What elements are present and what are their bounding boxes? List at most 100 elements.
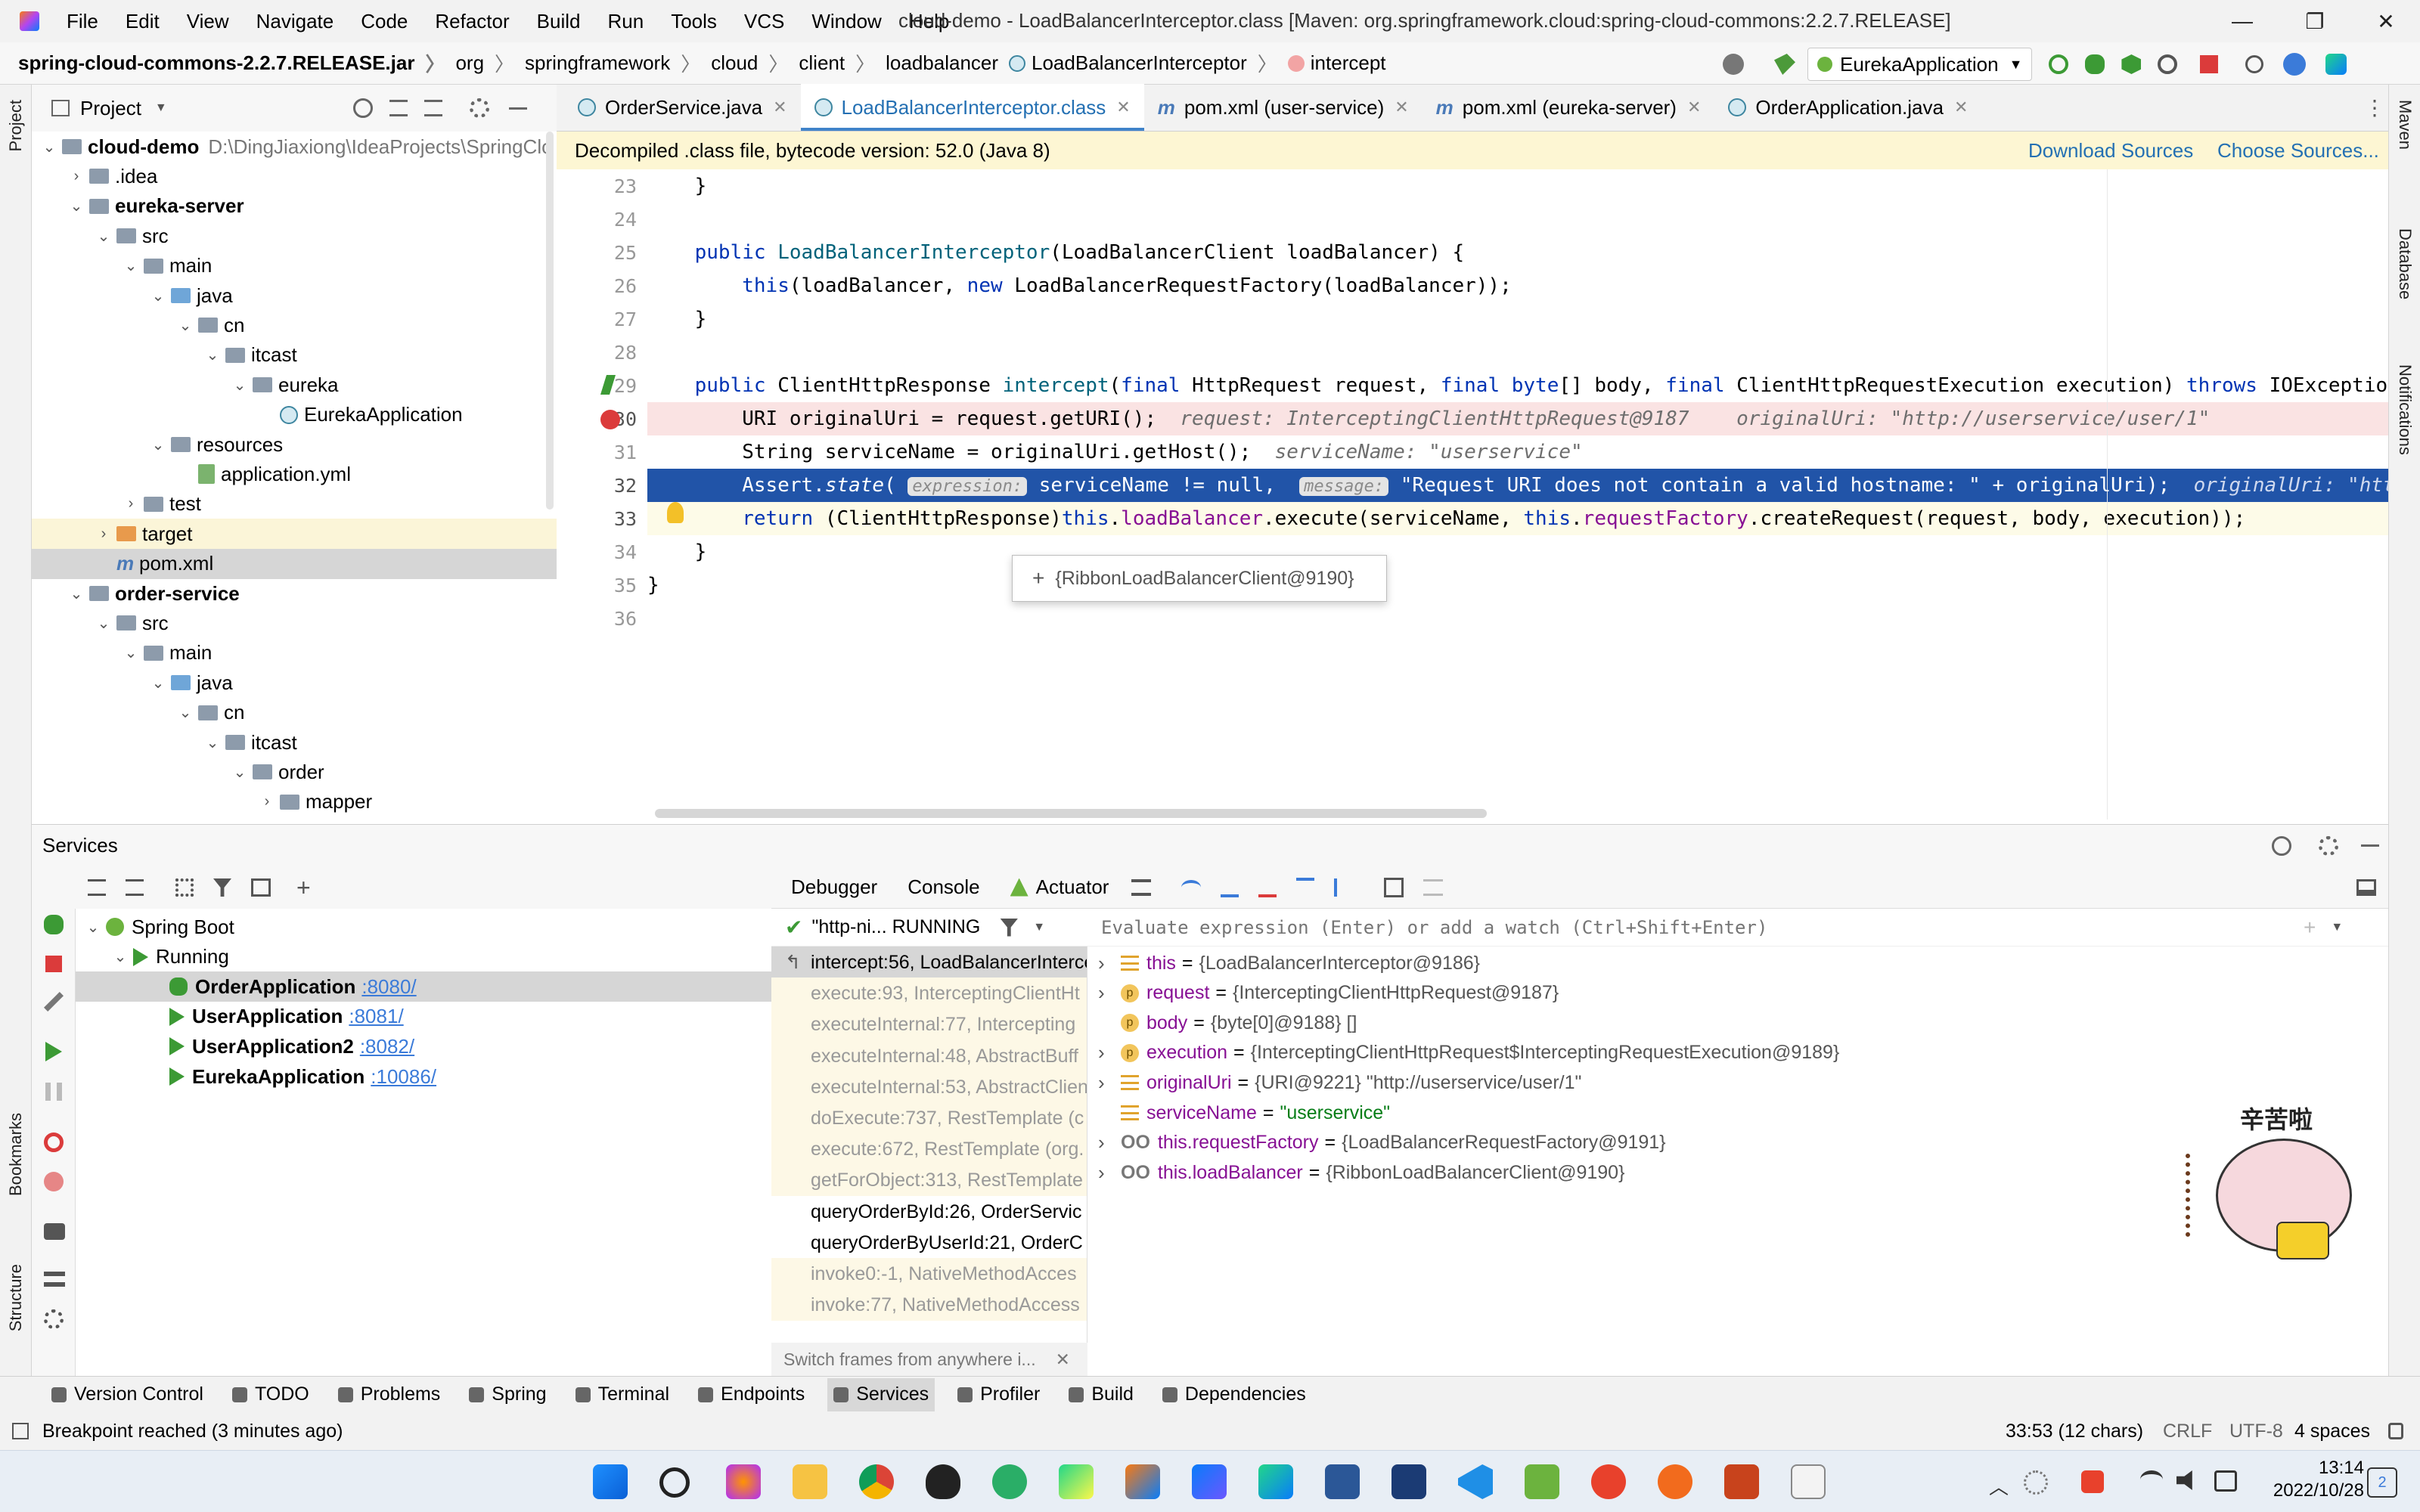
stack-frame[interactable]: doExecute:737, RestTemplate (c (771, 1102, 1087, 1134)
tool-window-spring[interactable]: Spring (463, 1378, 552, 1411)
stop-icon[interactable] (2200, 55, 2219, 73)
variable-row[interactable]: › p request = {InterceptingClientHttpRequest… (1087, 978, 2146, 1009)
tool-window-problems[interactable]: Problems (332, 1378, 447, 1411)
close-icon[interactable]: ✕ (1395, 98, 1408, 117)
tab-console[interactable]: Console (908, 875, 979, 899)
project-tree-item[interactable]: application.yml (32, 459, 557, 489)
step-into-icon[interactable] (1221, 878, 1239, 897)
indent-setting[interactable]: 4 spaces (2294, 1421, 2370, 1442)
chevron-right-icon[interactable]: › (121, 495, 141, 513)
webstorm-icon[interactable] (1258, 1464, 1293, 1499)
value-popup[interactable]: + {RibbonLoadBalancerClient@9190} (1012, 555, 1387, 602)
variable-row[interactable]: › originalUri = {URI@9221} "http://userserv… (1087, 1067, 2146, 1098)
project-tree-item[interactable]: › mapper (32, 787, 557, 817)
chevron-right-icon[interactable]: › (94, 525, 113, 543)
editor-tab[interactable]: m pom.xml (user-service) ✕ (1144, 84, 1423, 131)
mute-breakpoints-icon[interactable] (44, 1172, 64, 1191)
lock-icon[interactable] (2388, 1423, 2403, 1439)
menu-build[interactable]: Build (537, 10, 581, 33)
stack-frame[interactable]: getForObject:313, RestTemplate (771, 1164, 1087, 1197)
chevron-down-icon[interactable]: ⌄ (94, 227, 113, 246)
chevron-down-icon[interactable]: ⌄ (39, 138, 59, 156)
restore-layout-icon[interactable] (2356, 878, 2376, 896)
pause-icon[interactable] (45, 1083, 62, 1101)
chevron-down-icon[interactable]: ⌄ (121, 643, 141, 662)
expand-all-icon[interactable] (88, 879, 106, 896)
tool-window-build[interactable]: Build (1063, 1378, 1140, 1411)
variable-row[interactable]: › this = {LoadBalancerInterceptor@9186} (1087, 948, 2146, 978)
tray-chevron-icon[interactable]: ︿ (1989, 1472, 2009, 1500)
image-editor-icon[interactable] (1525, 1464, 1559, 1499)
chevron-down-icon[interactable]: ⌄ (121, 256, 141, 275)
service-item[interactable]: ⌄ Running (76, 942, 771, 972)
intellij-icon[interactable] (1125, 1464, 1160, 1499)
expand-plus-icon[interactable]: + (1032, 566, 1044, 590)
tray-settings-icon[interactable] (2024, 1470, 2048, 1495)
qq-icon[interactable] (926, 1464, 960, 1499)
stack-frame[interactable]: ↰ intercept:56, LoadBalancerIntercep (771, 947, 1087, 978)
database-tool-tab[interactable]: Database (2395, 228, 2415, 299)
tab-actuator[interactable]: Actuator (1036, 875, 1109, 899)
project-tree-item[interactable]: ⌄ order-service (32, 578, 557, 609)
notifications-tool-tab[interactable]: Notifications (2395, 364, 2415, 455)
profile-icon[interactable] (2158, 54, 2178, 74)
new-tab-icon[interactable] (251, 878, 271, 897)
chevron-right-icon[interactable]: › (1098, 952, 1121, 975)
breadcrumb-item[interactable]: springframework 〉 (525, 49, 700, 77)
resume-icon[interactable] (45, 1042, 62, 1061)
structure-tool-tab[interactable]: Structure (6, 1264, 26, 1331)
project-tree-item[interactable]: ⌄ main (32, 251, 557, 281)
project-tree-item[interactable]: › .idea (32, 161, 557, 191)
bookmarks-tool-tab[interactable]: Bookmarks (6, 1113, 26, 1196)
chevron-right-icon[interactable]: › (1098, 1071, 1121, 1095)
project-tree-item[interactable]: ⌄ itcast (32, 340, 557, 370)
project-tree-item[interactable]: ⌄ cloud-demo D:\DingJiaxiong\IdeaProjects\… (32, 132, 557, 162)
variable-row[interactable]: serviceName = "userservice" (1087, 1098, 2146, 1128)
stack-frame[interactable]: queryOrderById:26, OrderServic (771, 1196, 1087, 1228)
download-sources-link[interactable]: Download Sources (2028, 139, 2193, 163)
thread-selector[interactable]: ✔ "http-ni... RUNNING ▼ (771, 909, 1087, 947)
choose-sources-link[interactable]: Choose Sources... (2217, 139, 2379, 163)
chevron-right-icon[interactable]: › (1098, 1161, 1121, 1185)
debug-icon[interactable] (44, 915, 64, 934)
file-encoding[interactable]: UTF-8 (2229, 1421, 2283, 1442)
project-tree-item[interactable]: ⌄ cn (32, 310, 557, 340)
tool-window-todo[interactable]: TODO (226, 1378, 315, 1411)
chevron-right-icon[interactable]: › (1098, 1131, 1121, 1154)
chevron-down-icon[interactable]: ⌄ (175, 703, 195, 722)
stack-frame[interactable]: execute:672, RestTemplate (org. (771, 1133, 1087, 1166)
typora-icon[interactable] (1791, 1464, 1826, 1499)
chevron-down-icon[interactable]: ⌄ (230, 376, 250, 395)
menu-icon[interactable] (1131, 878, 1152, 896)
clock[interactable]: 13:14 2022/10/28 (2258, 1457, 2364, 1502)
stack-frame[interactable]: executeInternal:53, AbstractClientHttpR (771, 1070, 1087, 1103)
breadcrumb-item[interactable]: cloud 〉 (711, 49, 788, 77)
chevron-down-icon[interactable]: ⌄ (203, 345, 222, 364)
stack-frame[interactable]: executeInternal:48, AbstractBuff (771, 1040, 1087, 1072)
variable-row[interactable]: p body = {byte[0]@9188} [] (1087, 1008, 2146, 1038)
breakpoint-icon[interactable] (600, 410, 620, 429)
stack-frame[interactable]: invoke:77, NativeMethodAccess (771, 1289, 1087, 1321)
chevron-down-icon[interactable]: ⌄ (148, 287, 168, 305)
variable-row[interactable]: › OO this.loadBalancer = {RibbonLoadBalancer… (1087, 1157, 2146, 1188)
breadcrumb-item[interactable]: intercept (1287, 51, 1386, 75)
stack-frame[interactable]: queryOrderByUserId:21, OrderC (771, 1227, 1087, 1259)
hide-icon[interactable] (2361, 844, 2379, 847)
hammer-icon[interactable] (1774, 54, 1795, 75)
variable-row[interactable]: › p execution = {InterceptingClientHttpReque… (1087, 1038, 2146, 1068)
powerpoint-icon[interactable] (1724, 1464, 1759, 1499)
wrench-icon[interactable] (44, 992, 64, 1012)
menu-refactor[interactable]: Refactor (435, 10, 509, 33)
project-tree-item[interactable]: › target (32, 519, 557, 550)
breadcrumb-item[interactable]: client 〉 (799, 49, 875, 77)
service-item[interactable]: UserApplication:8081/ (76, 1002, 771, 1032)
notification-icon[interactable]: 2 (2367, 1467, 2397, 1498)
wifi-icon[interactable] (2140, 1470, 2163, 1489)
chevron-right-icon[interactable]: › (1098, 981, 1121, 1005)
breadcrumb-item[interactable]: org 〉 (455, 49, 514, 77)
chevron-down-icon[interactable]: ▼ (155, 101, 167, 115)
search-icon[interactable] (2245, 55, 2264, 73)
project-tree-item[interactable]: ⌄ eureka (32, 370, 557, 400)
horizontal-scrollbar[interactable] (655, 809, 1487, 818)
chevron-right-icon[interactable]: › (1098, 1041, 1121, 1064)
